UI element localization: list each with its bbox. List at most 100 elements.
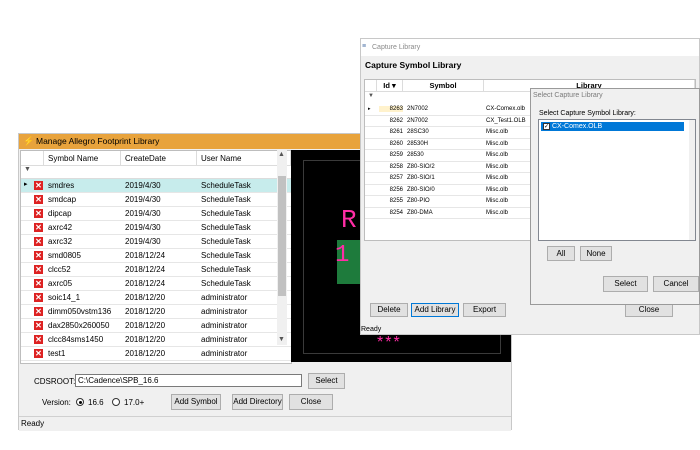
library-cell: Misc.olb	[486, 198, 509, 204]
table-row[interactable]: ✕ smd0805 2018/12/24 ScheduleTask	[21, 249, 291, 263]
table-row[interactable]: ✕ clcc84sms1450 2018/12/20 administrator	[21, 333, 291, 347]
add-directory-button[interactable]: Add Directory	[232, 394, 283, 410]
table-row[interactable]: ✕ smdcap 2019/4/30 ScheduleTask	[21, 193, 291, 207]
symbol-name-cell: clcc52	[48, 265, 71, 274]
ref-designator-text: R	[341, 205, 357, 235]
capture-close-button[interactable]: Close	[625, 303, 673, 317]
id-cell: 8260	[389, 140, 403, 147]
id-cell: 8255	[389, 198, 403, 204]
user-name-cell: ScheduleTask	[201, 251, 251, 260]
delete-icon[interactable]: ✕	[34, 251, 43, 260]
column-header-symbol[interactable]: Symbol	[403, 80, 484, 92]
version-17-radio[interactable]	[112, 398, 120, 406]
delete-icon[interactable]: ✕	[34, 223, 43, 232]
table-row[interactable]: ✕ soic14_1 2018/12/20 administrator	[21, 291, 291, 305]
select-library-label: Select Capture Symbol Library:	[539, 110, 636, 117]
symbol-cell: 2N7002	[407, 106, 429, 112]
add-library-button[interactable]: Add Library	[411, 303, 459, 317]
delete-icon[interactable]: ✕	[34, 293, 43, 302]
create-date-cell: 2019/4/30	[125, 237, 161, 246]
id-header-label: Id	[383, 81, 390, 90]
capture-status-text: Ready	[361, 326, 382, 333]
user-name-cell: ScheduleTask	[201, 265, 251, 274]
library-cell: Misc.olb	[486, 175, 509, 181]
filter-icon[interactable]: ▼	[368, 93, 374, 99]
filter-row[interactable]: ▼	[21, 166, 291, 179]
delete-icon[interactable]: ✕	[34, 195, 43, 204]
table-row[interactable]: ✕ dimm050vstm136 2018/12/20 administrator	[21, 305, 291, 319]
dialog-select-button[interactable]: Select	[603, 276, 648, 292]
user-name-cell: administrator	[201, 307, 248, 316]
column-header-symbol-name[interactable]: Symbol Name	[44, 151, 121, 166]
capture-title-bar[interactable]: ≡ Capture Library	[361, 39, 699, 56]
filter-icon[interactable]: ▼	[24, 166, 31, 173]
symbol-name-cell: dax2850x260050	[48, 321, 110, 330]
library-cell: CX_Test1.OLB	[486, 117, 526, 124]
capture-heading: Capture Symbol Library	[365, 60, 462, 70]
scroll-down-icon[interactable]: ▼	[278, 336, 285, 343]
listbox-scrollbar[interactable]	[689, 120, 695, 240]
delete-icon[interactable]: ✕	[34, 335, 43, 344]
create-date-cell: 2019/4/30	[125, 223, 161, 232]
library-list-item[interactable]: ✓ CX-Comex.OLB	[541, 122, 684, 131]
sort-desc-icon: ▾	[392, 81, 396, 90]
scroll-up-icon[interactable]: ▲	[278, 151, 285, 158]
column-header-create-date[interactable]: CreateDate	[121, 151, 197, 166]
status-text: Ready	[21, 419, 45, 428]
symbol-cell: 28530	[407, 152, 424, 158]
delete-button[interactable]: Delete	[370, 303, 408, 317]
library-cell: Misc.olb	[486, 163, 509, 170]
user-name-cell: ScheduleTask	[201, 209, 251, 218]
window-title: Capture Library	[372, 44, 421, 51]
cdsroot-input[interactable]: C:\Cadence\SPB_16.6	[75, 374, 302, 387]
symbol-name-cell: test1	[48, 349, 66, 358]
create-date-cell: 2019/4/30	[125, 181, 161, 190]
select-cdsroot-button[interactable]: Select	[308, 373, 345, 389]
create-date-cell: 2018/12/24	[125, 279, 166, 288]
delete-icon[interactable]: ✕	[34, 237, 43, 246]
library-listbox[interactable]: ✓ CX-Comex.OLB	[538, 119, 696, 241]
delete-icon[interactable]: ✕	[34, 209, 43, 218]
id-cell: 8259	[389, 152, 403, 158]
table-row[interactable]: ✕ axrc05 2018/12/24 ScheduleTask	[21, 277, 291, 291]
user-name-cell: ScheduleTask	[201, 195, 251, 204]
footprint-table-scrollbar[interactable]: ▲ ▼	[277, 150, 287, 345]
user-name-cell: ScheduleTask	[201, 223, 251, 232]
user-name-cell: ScheduleTask	[201, 237, 251, 246]
user-name-cell: ScheduleTask	[201, 181, 251, 190]
delete-icon[interactable]: ✕	[34, 265, 43, 274]
library-checkbox[interactable]: ✓	[543, 123, 550, 130]
table-row[interactable]: ✕ clcc52 2018/12/24 ScheduleTask	[21, 263, 291, 277]
pin-number-text: 1	[335, 242, 350, 269]
delete-icon[interactable]: ✕	[34, 349, 43, 358]
symbol-cell: 2N7002	[407, 117, 429, 124]
delete-icon[interactable]: ✕	[34, 279, 43, 288]
table-row[interactable]: ✕ axrc32 2019/4/30 ScheduleTask	[21, 235, 291, 249]
delete-icon[interactable]: ✕	[34, 181, 43, 190]
scrollbar-thumb[interactable]	[278, 176, 286, 296]
version-16-6-radio[interactable]	[76, 398, 84, 406]
delete-icon[interactable]: ✕	[34, 307, 43, 316]
create-date-cell: 2018/12/20	[125, 321, 166, 330]
table-row[interactable]: ▸ ✕ smdres 2019/4/30 ScheduleTask	[21, 179, 291, 193]
table-row[interactable]: ✕ dipcap 2019/4/30 ScheduleTask	[21, 207, 291, 221]
add-symbol-button[interactable]: Add Symbol	[171, 394, 221, 410]
export-button[interactable]: Export	[463, 303, 506, 317]
table-row[interactable]: ✕ axrc42 2019/4/30 ScheduleTask	[21, 221, 291, 235]
table-row[interactable]: ✕ test1 2018/12/20 administrator	[21, 347, 291, 361]
symbol-cell: Z80-SIO/2	[407, 163, 435, 170]
delete-icon[interactable]: ✕	[34, 321, 43, 330]
dialog-title: Select Capture Library	[533, 92, 603, 99]
select-all-button[interactable]: All	[547, 246, 575, 261]
footprint-table: Symbol Name CreateDate User Name ▼ ▸ ✕ smd…	[20, 150, 292, 364]
library-cell: Misc.olb	[486, 140, 509, 147]
library-cell: Misc.olb	[486, 129, 509, 135]
close-button[interactable]: Close	[289, 394, 333, 410]
library-cell: Misc.olb	[486, 152, 509, 158]
table-row[interactable]: ✕ dax2850x260050 2018/12/20 administrator	[21, 319, 291, 333]
select-none-button[interactable]: None	[580, 246, 612, 261]
symbol-name-cell: dimm050vstm136	[48, 307, 112, 316]
dialog-cancel-button[interactable]: Cancel	[653, 276, 699, 292]
column-header-id[interactable]: Id ▾	[377, 80, 403, 92]
app-icon: ≡	[362, 43, 367, 50]
